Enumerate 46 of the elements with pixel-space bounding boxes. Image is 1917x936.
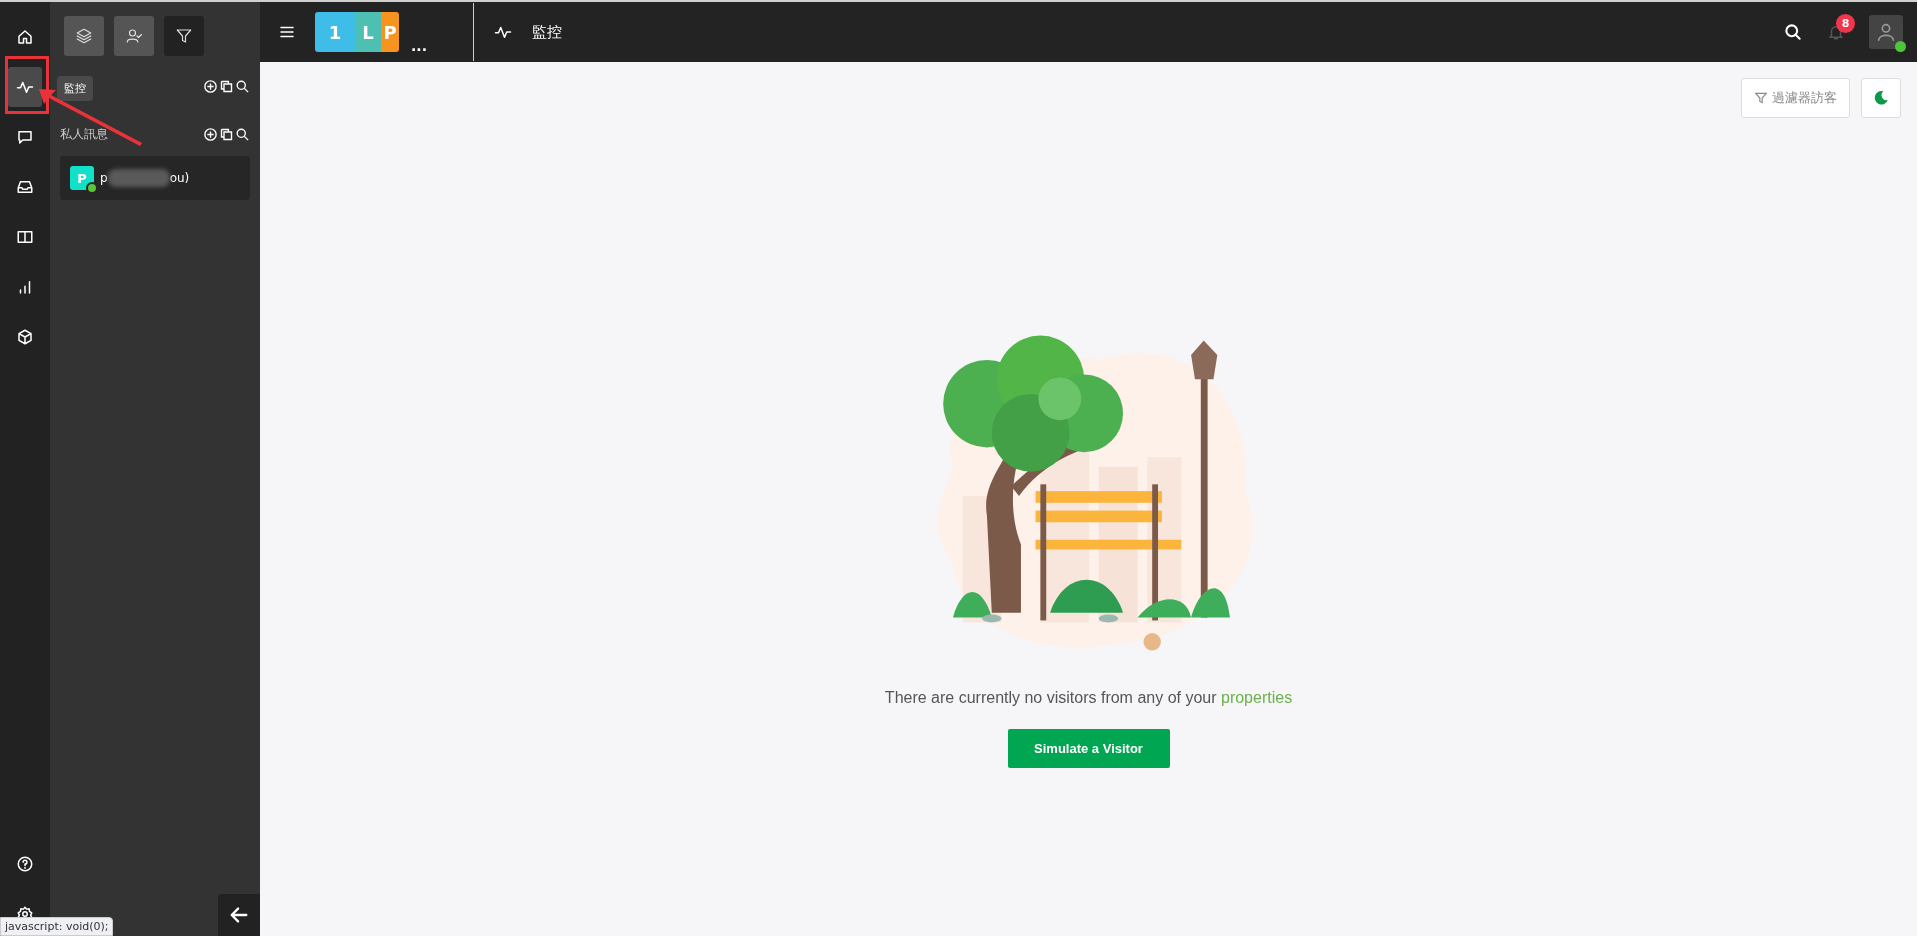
filter-icon: [1754, 91, 1768, 105]
layers-icon: [75, 27, 93, 45]
logo-tile: 1: [315, 12, 355, 52]
pulse-nav-button[interactable]: [8, 67, 42, 107]
search-icon[interactable]: [1783, 22, 1803, 42]
conversation-name: ou): [169, 171, 190, 185]
section-title: 私人訊息: [60, 125, 108, 143]
logo-tile: P: [381, 12, 399, 52]
empty-message: There are currently no visitors from any of your properties: [884, 689, 1293, 707]
layers-button[interactable]: [64, 16, 104, 56]
copy-icon[interactable]: [219, 78, 234, 94]
user-check-icon: [125, 27, 143, 45]
filter-visitors-button[interactable]: 過濾器訪客: [1741, 78, 1850, 118]
properties-link[interactable]: properties: [1221, 689, 1293, 706]
conversation-item[interactable]: P p ou): [60, 156, 250, 200]
add-icon[interactable]: [203, 126, 218, 142]
notification-badge: 8: [1836, 14, 1855, 33]
back-arrow-icon: [228, 904, 250, 926]
user-check-button[interactable]: [114, 16, 154, 56]
page-title: 監控: [531, 22, 562, 42]
more-text[interactable]: ...: [411, 38, 427, 54]
book-icon: [16, 228, 34, 246]
search-icon[interactable]: [235, 78, 250, 94]
avatar: P: [70, 166, 94, 190]
search-icon[interactable]: [235, 126, 250, 142]
status-tooltip: javascript: void(0);: [0, 917, 114, 936]
filter-button[interactable]: [164, 16, 204, 56]
cube-icon: [16, 328, 34, 346]
add-icon[interactable]: [203, 78, 218, 94]
copy-icon[interactable]: [219, 126, 234, 142]
dark-mode-button[interactable]: [1861, 78, 1901, 118]
filter-icon: [175, 27, 193, 45]
simulate-visitor-button[interactable]: Simulate a Visitor: [1007, 729, 1170, 768]
home-icon: [16, 28, 34, 46]
chat-icon: [16, 128, 34, 146]
user-icon: [1875, 21, 1897, 43]
tooltip: 監控: [57, 76, 93, 101]
blurred-text: [107, 169, 170, 187]
logo-tile: L: [355, 12, 381, 52]
online-dot: [1895, 41, 1906, 52]
inbox-icon: [16, 178, 34, 196]
conversation-name: p: [100, 171, 108, 185]
collapse-button[interactable]: [218, 894, 260, 936]
help-icon: [16, 855, 34, 873]
user-avatar-button[interactable]: [1869, 15, 1903, 49]
moon-icon: [1872, 89, 1890, 107]
